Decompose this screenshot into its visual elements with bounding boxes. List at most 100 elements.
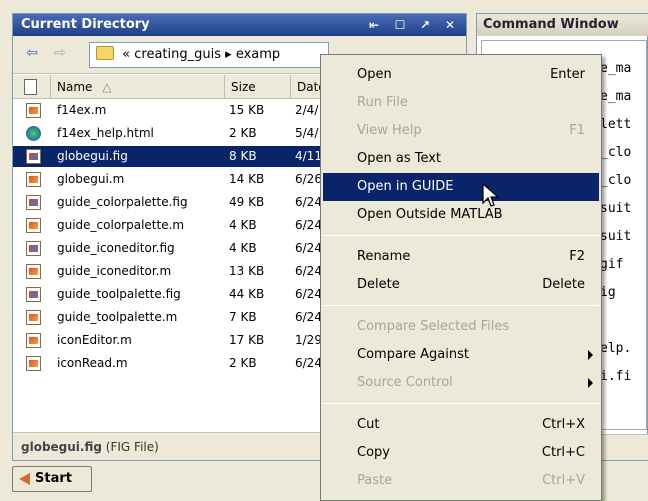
command-output-line: suit [600, 201, 632, 216]
menu-item-label: Source Control [357, 375, 453, 390]
menu-item-label: Open [357, 67, 392, 82]
status-file-type: (FIG File) [105, 440, 159, 454]
menu-item-label: Copy [357, 445, 390, 460]
file-size: 13 KB [229, 264, 265, 278]
menu-item-open-in-guide[interactable]: Open in GUIDE [323, 173, 599, 201]
file-name: f14ex_help.html [57, 126, 154, 140]
menu-item-shortcut: Ctrl+X [542, 417, 585, 432]
menu-item-rename[interactable]: Rename F2 [323, 243, 599, 271]
current-directory-title-bar[interactable]: Current Directory ⇤ ☐ ↗ ✕ [13, 14, 466, 36]
command-window-title[interactable]: Command Window [477, 14, 648, 36]
path-breadcrumb[interactable]: « creating_guis ▸ examp [89, 42, 329, 68]
menu-item-compare-selected-files[interactable]: Compare Selected Files [323, 313, 599, 341]
menu-item-source-control[interactable]: Source Control [323, 369, 599, 397]
m-file-icon [26, 218, 41, 233]
file-size: 8 KB [229, 149, 257, 163]
folder-icon [96, 46, 114, 60]
start-button[interactable]: Start [12, 466, 92, 492]
command-output-line: suit [600, 229, 632, 244]
command-output-line: _clo [600, 173, 632, 188]
file-name: f14ex.m [57, 103, 107, 117]
file-name: iconRead.m [57, 356, 128, 370]
file-size: 17 KB [229, 333, 265, 347]
context-menu: Open Enter Run File View Help F1 Open as Text… [320, 54, 602, 501]
menu-item-label: Compare Selected Files [357, 319, 510, 334]
command-output-line: ig [600, 285, 616, 300]
undock-icon[interactable]: ⇤ [365, 16, 383, 34]
path-overflow-marker: « [122, 47, 131, 62]
menu-item-cut[interactable]: Cut Ctrl+X [323, 411, 599, 439]
menu-item-view-help[interactable]: View Help F1 [323, 117, 599, 145]
maximize-icon[interactable]: ☐ [391, 16, 409, 34]
m-file-icon [26, 264, 41, 279]
path-separator: ▸ [225, 47, 232, 62]
close-icon[interactable]: ✕ [441, 16, 459, 34]
m-file-icon [26, 172, 41, 187]
submenu-arrow-icon [588, 378, 593, 388]
command-output-line: e_ma [600, 89, 632, 104]
file-size: 7 KB [229, 310, 257, 324]
file-size: 2 KB [229, 356, 257, 370]
menu-item-label: Paste [357, 473, 393, 488]
menu-item-label: Compare Against [357, 347, 469, 362]
fig-file-icon [26, 149, 41, 164]
menu-item-delete[interactable]: Delete Delete [323, 271, 599, 299]
fig-file-icon [26, 241, 41, 256]
fig-file-icon [26, 195, 41, 210]
column-header-icon[interactable] [13, 75, 51, 99]
menu-item-shortcut: F1 [569, 123, 585, 138]
command-output-line: gif [600, 257, 624, 272]
file-size: 49 KB [229, 195, 265, 209]
menu-item-label: Cut [357, 417, 380, 432]
menu-item-copy[interactable]: Copy Ctrl+C [323, 439, 599, 467]
file-name: globegui.fig [57, 149, 128, 163]
menu-item-shortcut: F2 [569, 249, 585, 264]
command-output-line: _clo [600, 145, 632, 160]
file-name: guide_colorpalette.fig [57, 195, 188, 209]
column-header-size[interactable]: Size [225, 75, 291, 99]
menu-item-shortcut: Delete [542, 277, 585, 292]
file-size: 15 KB [229, 103, 265, 117]
command-output-line: elp. [600, 341, 632, 356]
file-size: 44 KB [229, 287, 265, 301]
menu-separator [323, 305, 599, 306]
file-name: guide_iconeditor.fig [57, 241, 175, 255]
undock-arrow-icon[interactable]: ↗ [416, 16, 434, 34]
menu-item-open-as-text[interactable]: Open as Text [323, 145, 599, 173]
menu-item-label: Open in GUIDE [357, 179, 454, 194]
column-header-name[interactable]: Name △ [51, 75, 225, 99]
file-name: guide_iconeditor.m [57, 264, 172, 278]
sort-ascending-icon: △ [102, 80, 112, 94]
menu-item-paste[interactable]: Paste Ctrl+V [323, 467, 599, 495]
file-name: guide_colorpalette.m [57, 218, 185, 232]
file-size: 2 KB [229, 126, 257, 140]
menu-item-label: Open as Text [357, 151, 442, 166]
html-file-icon [26, 126, 41, 141]
command-output-line: e_ma [600, 61, 632, 76]
menu-item-compare-against[interactable]: Compare Against [323, 341, 599, 369]
command-output-line: i.fi [600, 369, 632, 384]
back-arrow-icon[interactable]: ⇦ [23, 44, 41, 62]
menu-item-label: Open Outside MATLAB [357, 207, 503, 222]
forward-arrow-icon[interactable]: ⇨ [51, 44, 69, 62]
file-name: guide_toolpalette.m [57, 310, 178, 324]
file-icon [24, 79, 37, 95]
menu-item-label: Delete [357, 277, 400, 292]
menu-item-label: Run File [357, 95, 408, 110]
menu-item-open-outside-matlab[interactable]: Open Outside MATLAB [323, 201, 599, 229]
menu-item-run-file[interactable]: Run File [323, 89, 599, 117]
menu-item-label: View Help [357, 123, 422, 138]
command-output-line: lett [600, 117, 632, 132]
panel-title: Current Directory [21, 17, 150, 32]
file-size: 4 KB [229, 218, 257, 232]
status-file-name: globegui.fig [21, 440, 102, 454]
menu-item-shortcut: Ctrl+V [542, 473, 585, 488]
menu-item-shortcut: Ctrl+C [541, 445, 585, 460]
path-part[interactable]: examp [236, 47, 280, 62]
menu-item-label: Rename [357, 249, 411, 264]
m-file-icon [26, 103, 41, 118]
path-part[interactable]: creating_guis [134, 47, 221, 62]
mouse-cursor-icon [482, 183, 500, 207]
menu-item-open[interactable]: Open Enter [323, 61, 599, 89]
submenu-arrow-icon [588, 350, 593, 360]
